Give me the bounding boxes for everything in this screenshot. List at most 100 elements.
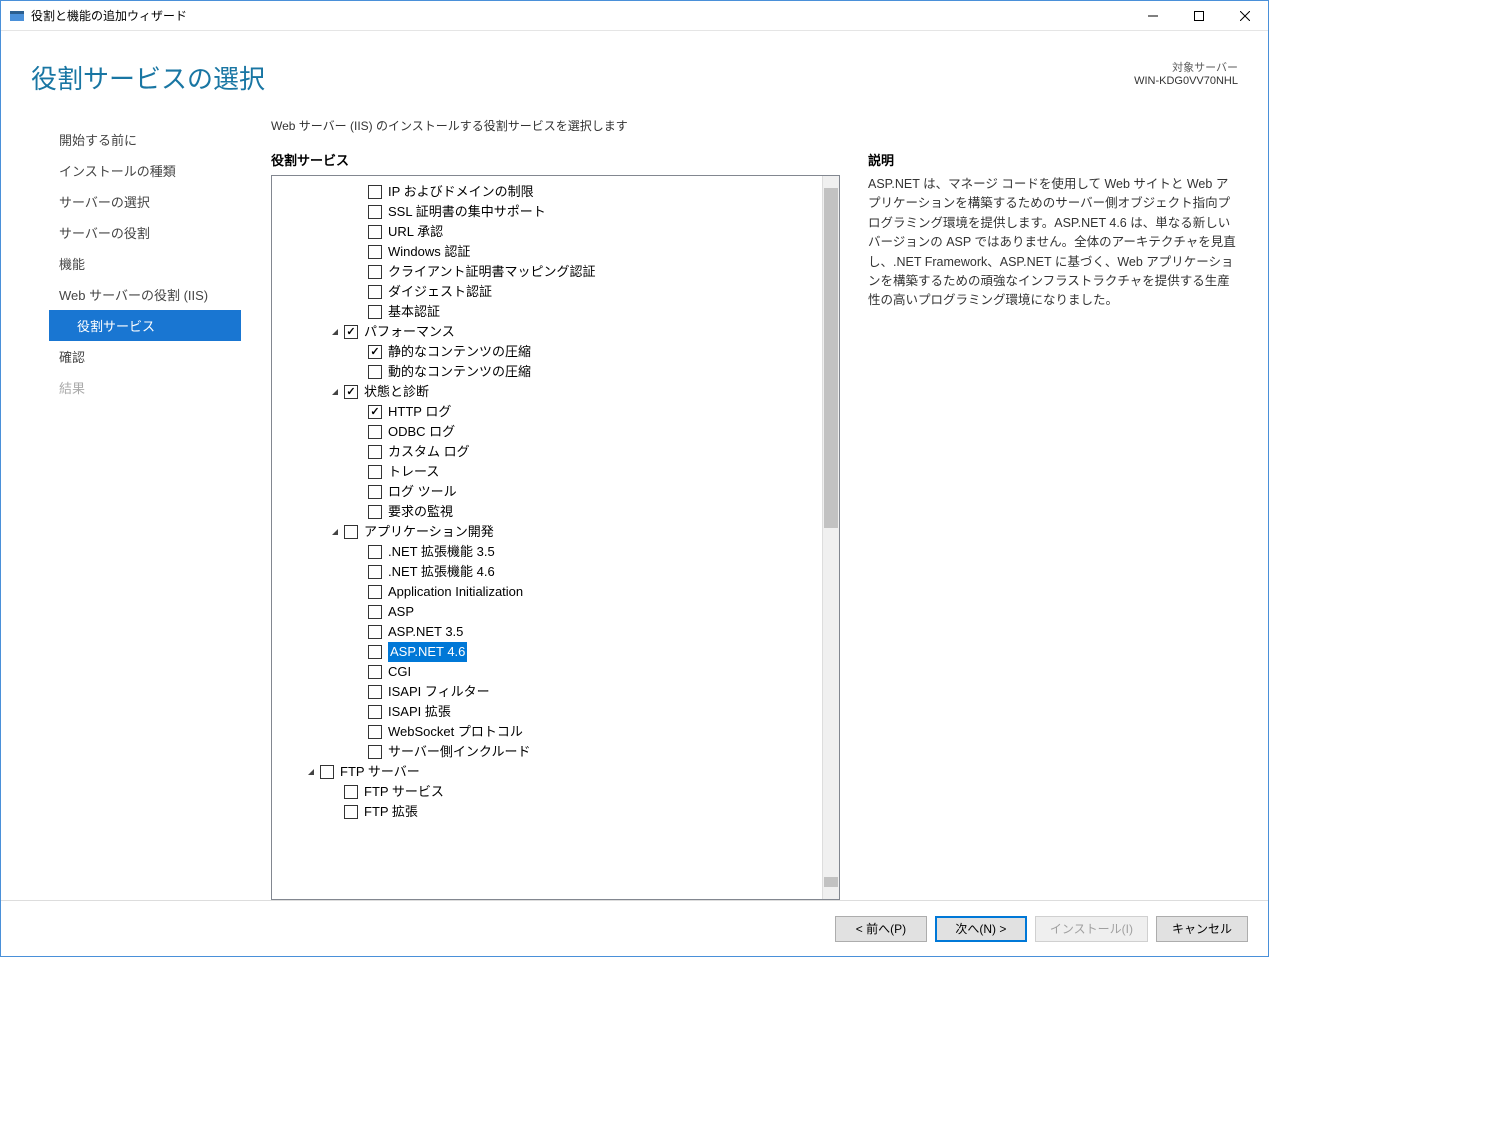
tree-row[interactable]: クライアント証明書マッピング認証 <box>272 262 822 282</box>
tree-item-label[interactable]: クライアント証明書マッピング認証 <box>388 262 595 282</box>
tree-row[interactable]: WebSocket プロトコル <box>272 722 822 742</box>
sidebar-step-2[interactable]: サーバーの選択 <box>49 186 241 217</box>
expander-icon[interactable] <box>328 325 342 339</box>
checkbox[interactable] <box>368 465 382 479</box>
tree-item-label[interactable]: .NET 拡張機能 3.5 <box>388 542 495 562</box>
checkbox[interactable] <box>368 285 382 299</box>
checkbox[interactable] <box>368 565 382 579</box>
tree-row[interactable]: Windows 認証 <box>272 242 822 262</box>
tree-item-label[interactable]: CGI <box>388 662 411 682</box>
tree-item-label[interactable]: IP およびドメインの制限 <box>388 182 534 202</box>
checkbox[interactable] <box>368 425 382 439</box>
tree-item-label[interactable]: FTP サーバー <box>340 762 420 782</box>
tree-row[interactable]: 要求の監視 <box>272 502 822 522</box>
tree-row[interactable]: CGI <box>272 662 822 682</box>
cancel-button[interactable]: キャンセル <box>1156 916 1248 942</box>
scrollbar-thumb-end[interactable] <box>824 877 838 887</box>
tree-item-label[interactable]: 静的なコンテンツの圧縮 <box>388 342 531 362</box>
tree-row[interactable]: SSL 証明書の集中サポート <box>272 202 822 222</box>
checkbox[interactable] <box>368 645 382 659</box>
checkbox[interactable] <box>368 445 382 459</box>
checkbox[interactable] <box>344 325 358 339</box>
sidebar-step-0[interactable]: 開始する前に <box>49 124 241 155</box>
tree-item-label[interactable]: URL 承認 <box>388 222 443 242</box>
scrollbar[interactable] <box>822 176 839 899</box>
tree-item-label[interactable]: アプリケーション開発 <box>364 522 494 542</box>
checkbox[interactable] <box>368 685 382 699</box>
checkbox[interactable] <box>368 625 382 639</box>
tree-item-label[interactable]: FTP サービス <box>364 782 444 802</box>
tree-item-label[interactable]: 要求の監視 <box>388 502 453 522</box>
tree-item-label[interactable]: ASP <box>388 602 414 622</box>
checkbox[interactable] <box>368 725 382 739</box>
checkbox[interactable] <box>368 665 382 679</box>
checkbox[interactable] <box>368 245 382 259</box>
tree-item-label[interactable]: サーバー側インクルード <box>388 742 530 762</box>
expander-icon[interactable] <box>328 385 342 399</box>
checkbox[interactable] <box>344 805 358 819</box>
tree-row[interactable]: ISAPI 拡張 <box>272 702 822 722</box>
sidebar-step-3[interactable]: サーバーの役割 <box>49 217 241 248</box>
checkbox[interactable] <box>368 605 382 619</box>
tree-row[interactable]: 状態と診断 <box>272 382 822 402</box>
sidebar-step-4[interactable]: 機能 <box>49 248 241 279</box>
checkbox[interactable] <box>368 745 382 759</box>
checkbox[interactable] <box>368 485 382 499</box>
sidebar-step-6[interactable]: 役割サービス <box>49 310 241 341</box>
tree-row[interactable]: アプリケーション開発 <box>272 522 822 542</box>
tree-row[interactable]: URL 承認 <box>272 222 822 242</box>
scrollbar-thumb[interactable] <box>824 188 838 528</box>
checkbox[interactable] <box>344 785 358 799</box>
checkbox[interactable] <box>368 405 382 419</box>
tree-item-label[interactable]: ログ ツール <box>388 482 457 502</box>
tree-row[interactable]: 静的なコンテンツの圧縮 <box>272 342 822 362</box>
tree-row[interactable]: カスタム ログ <box>272 442 822 462</box>
checkbox[interactable] <box>368 265 382 279</box>
tree-item-label[interactable]: Windows 認証 <box>388 242 470 262</box>
checkbox[interactable] <box>368 545 382 559</box>
minimize-button[interactable] <box>1130 1 1176 30</box>
checkbox[interactable] <box>368 365 382 379</box>
tree-item-label[interactable]: ASP.NET 3.5 <box>388 622 463 642</box>
tree-row[interactable]: ASP.NET 3.5 <box>272 622 822 642</box>
tree-item-label[interactable]: FTP 拡張 <box>364 802 418 822</box>
tree-item-label[interactable]: ISAPI 拡張 <box>388 702 451 722</box>
checkbox[interactable] <box>368 205 382 219</box>
tree-item-label[interactable]: パフォーマンス <box>364 322 455 342</box>
tree-row[interactable]: 基本認証 <box>272 302 822 322</box>
tree-row[interactable]: FTP サービス <box>272 782 822 802</box>
checkbox[interactable] <box>368 305 382 319</box>
tree-item-label[interactable]: トレース <box>388 462 439 482</box>
tree-row[interactable]: ISAPI フィルター <box>272 682 822 702</box>
expander-icon[interactable] <box>328 525 342 539</box>
checkbox[interactable] <box>368 345 382 359</box>
tree-row[interactable]: ASP <box>272 602 822 622</box>
tree-row[interactable]: Application Initialization <box>272 582 822 602</box>
tree-row[interactable]: サーバー側インクルード <box>272 742 822 762</box>
tree-item-label[interactable]: ダイジェスト認証 <box>388 282 492 302</box>
sidebar-step-5[interactable]: Web サーバーの役割 (IIS) <box>49 279 241 310</box>
close-button[interactable] <box>1222 1 1268 30</box>
tree-row[interactable]: FTP サーバー <box>272 762 822 782</box>
tree-item-label[interactable]: 動的なコンテンツの圧縮 <box>388 362 531 382</box>
tree-item-label[interactable]: HTTP ログ <box>388 402 451 422</box>
tree-row[interactable]: FTP 拡張 <box>272 802 822 822</box>
tree-item-label[interactable]: .NET 拡張機能 4.6 <box>388 562 495 582</box>
tree-item-label[interactable]: 基本認証 <box>388 302 440 322</box>
tree-row[interactable]: トレース <box>272 462 822 482</box>
previous-button[interactable]: < 前へ(P) <box>835 916 927 942</box>
tree-item-label[interactable]: SSL 証明書の集中サポート <box>388 202 546 222</box>
install-button[interactable]: インストール(I) <box>1035 916 1148 942</box>
tree-item-label[interactable]: WebSocket プロトコル <box>388 722 523 742</box>
tree-row[interactable]: IP およびドメインの制限 <box>272 182 822 202</box>
tree-item-label[interactable]: Application Initialization <box>388 582 523 602</box>
tree-item-label[interactable]: ISAPI フィルター <box>388 682 490 702</box>
tree-item-label[interactable]: カスタム ログ <box>388 442 470 462</box>
next-button[interactable]: 次へ(N) > <box>935 916 1027 942</box>
checkbox[interactable] <box>368 585 382 599</box>
checkbox[interactable] <box>368 185 382 199</box>
tree-row[interactable]: ODBC ログ <box>272 422 822 442</box>
tree-row[interactable]: .NET 拡張機能 4.6 <box>272 562 822 582</box>
checkbox[interactable] <box>320 765 334 779</box>
checkbox[interactable] <box>368 705 382 719</box>
